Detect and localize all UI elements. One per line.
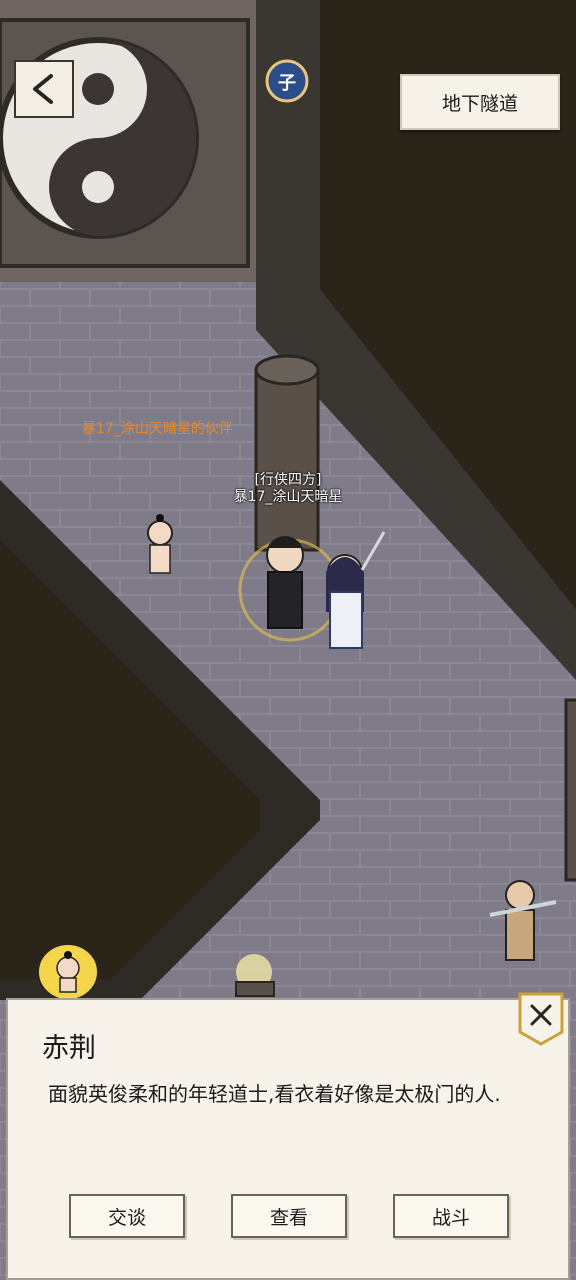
player-name: 暴17_涂山天暗星	[233, 489, 343, 505]
location-label: 地下隧道	[441, 92, 518, 115]
back-arrow-icon	[33, 74, 53, 104]
fight-button[interactable]: 战斗	[393, 1194, 509, 1238]
companion-label: 暴17_涂山天暗星的伙伴	[82, 421, 233, 437]
time-badge-text: 子	[278, 73, 296, 94]
talk-button[interactable]: 交谈	[69, 1194, 185, 1238]
npc-dialog: 赤荆 面貌英俊柔和的年轻道士,看衣着好像是太极门的人. 交谈 查看 战斗	[6, 998, 570, 1280]
player-title: [行侠四方]	[254, 472, 322, 488]
close-button[interactable]	[518, 992, 564, 1046]
inspect-button[interactable]: 查看	[231, 1194, 347, 1238]
npc-name: 赤荆	[42, 1033, 96, 1064]
player-label: [行侠四方] 暴17_涂山天暗星	[232, 472, 344, 506]
right-pillar	[564, 698, 576, 882]
back-button[interactable]	[14, 60, 74, 118]
npc-description: 面貌英俊柔和的年轻道士,看衣着好像是太极门的人.	[48, 1082, 501, 1106]
stone-pillar	[254, 354, 320, 552]
location-title: 地下隧道	[400, 74, 560, 130]
time-of-day-badge: 子	[264, 58, 310, 104]
close-icon	[518, 992, 564, 1046]
npc-avatar[interactable]	[36, 942, 100, 1002]
